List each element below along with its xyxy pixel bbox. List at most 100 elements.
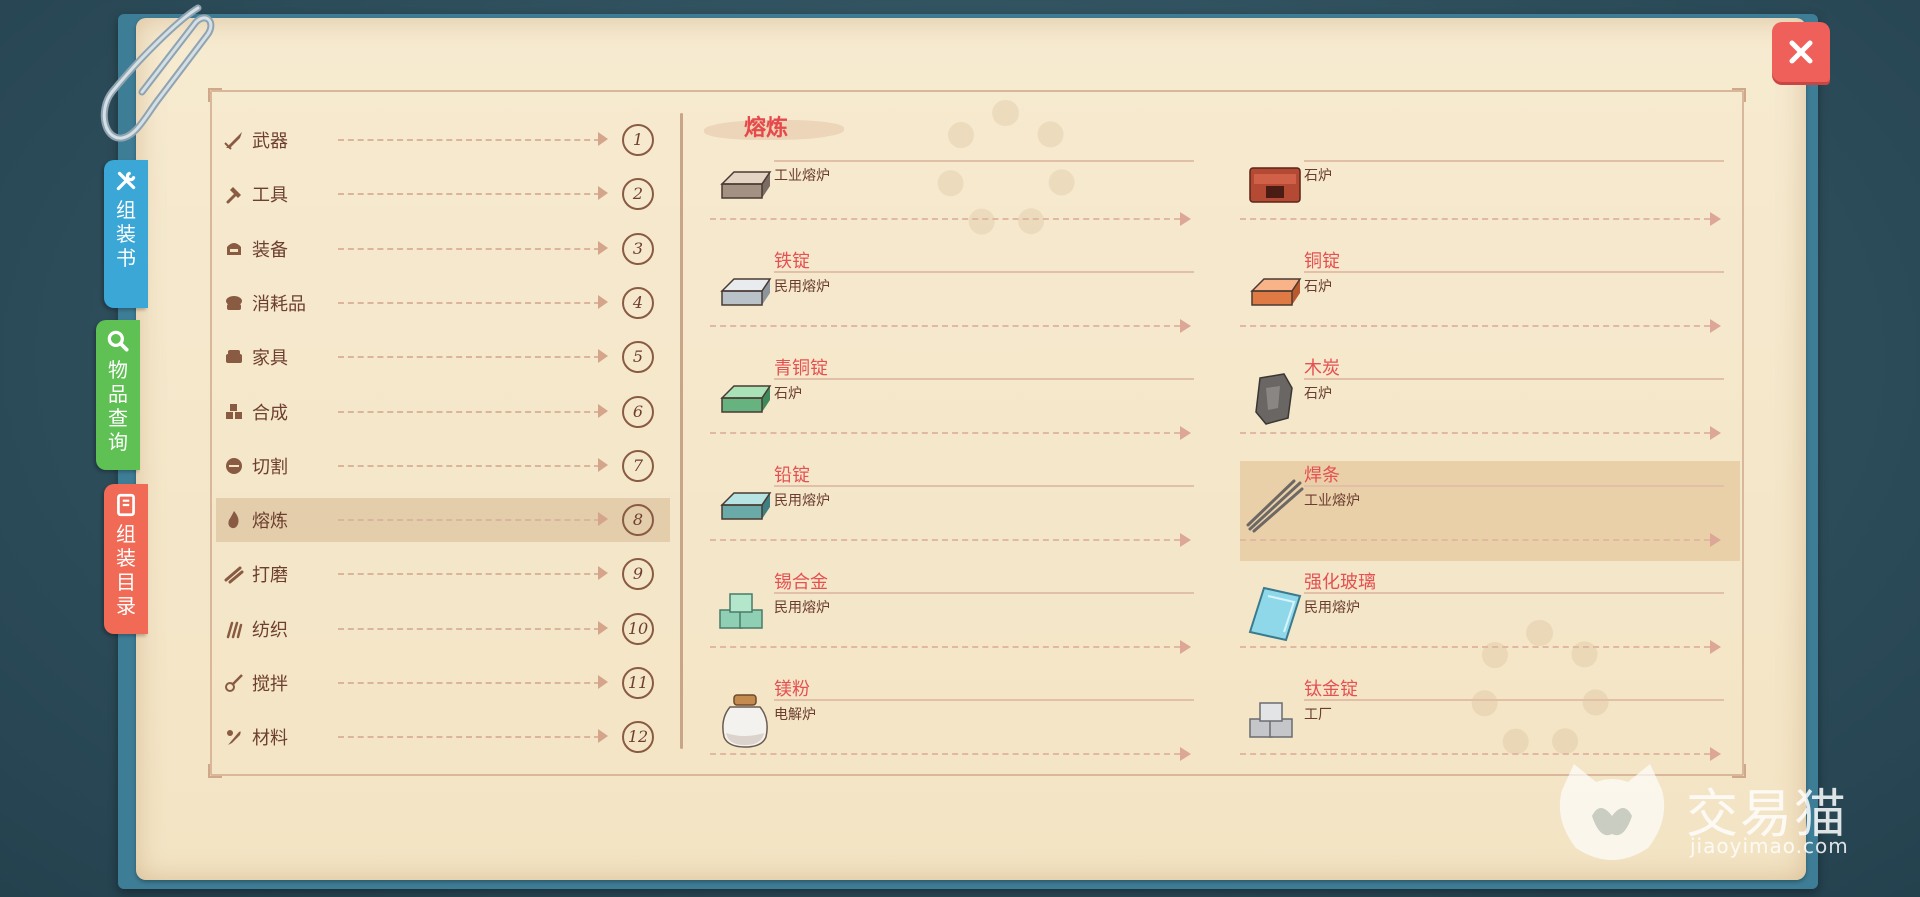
tab-assembly-catalog[interactable]: 组装目录 (104, 484, 148, 634)
tab-item-search[interactable]: 物品查询 (96, 320, 140, 470)
section-title: 熔炼 (744, 116, 789, 141)
category-icon (228, 511, 239, 529)
close-button[interactable] (1772, 22, 1830, 82)
welding-rod-icon (1246, 479, 1304, 533)
stone-furnace-icon (1249, 167, 1301, 203)
lead-ingot-icon (720, 492, 772, 520)
recipe-name: 青铜锭 (774, 358, 828, 379)
category-item[interactable]: 纺织 10 (216, 607, 670, 651)
category-label: 材料 (252, 728, 288, 750)
category-number: 6 (622, 395, 654, 428)
category-item[interactable]: 家具 5 (216, 335, 670, 379)
tab-assembly-catalog-label: 组装目录 (116, 522, 136, 618)
recipe-source: 民用熔炉 (774, 493, 830, 509)
category-item[interactable]: 打磨 9 (216, 552, 670, 596)
category-item[interactable]: 消耗品 4 (216, 281, 670, 325)
recipe-card[interactable]: 木炭 石炉 (1240, 354, 1740, 454)
arrow-right-icon (1710, 640, 1721, 654)
tab-assembly-book[interactable]: 组装书 (104, 160, 148, 308)
recipe-underline (1304, 699, 1724, 701)
dotted-leader (338, 410, 600, 413)
recipe-source: 石炉 (1304, 386, 1332, 402)
charcoal-icon (1255, 373, 1293, 425)
recipe-name: 镁粉 (774, 679, 810, 700)
dashed-leader (710, 646, 1180, 648)
category-number: 4 (622, 286, 654, 319)
recipe-card[interactable]: 铅锭 民用熔炉 (710, 461, 1210, 561)
recipe-underline (774, 271, 1194, 273)
category-item[interactable]: 切割 7 (216, 444, 670, 488)
recipe-source: 石炉 (1304, 279, 1332, 295)
dotted-leader (338, 247, 600, 250)
category-icon (224, 132, 242, 150)
category-item[interactable]: 工具 2 (216, 172, 670, 216)
category-item[interactable]: 搅拌 11 (216, 661, 670, 705)
recipe-card[interactable]: 铜锭 石炉 (1240, 247, 1740, 347)
category-item[interactable]: 装备 3 (216, 227, 670, 271)
arrow-right-icon (1180, 426, 1191, 440)
dotted-leader (338, 627, 600, 630)
dotted-leader (338, 356, 600, 359)
category-number: 8 (622, 504, 654, 537)
category-item[interactable]: 熔炼 8 (216, 498, 670, 543)
category-label: 武器 (252, 131, 288, 152)
category-number: 9 (622, 558, 654, 591)
category-number: 1 (622, 124, 654, 156)
dotted-leader (338, 573, 600, 576)
category-icon (227, 730, 241, 746)
arrow-right-icon (598, 349, 608, 364)
tab-item-search-label: 物品查询 (108, 358, 128, 454)
cat-logo-icon (1559, 764, 1665, 860)
recipe-card[interactable]: 青铜锭 石炉 (710, 354, 1210, 454)
tab-assembly-book-label: 组装书 (116, 198, 136, 270)
recipe-card[interactable]: 铁锭 民用熔炉 (710, 247, 1210, 347)
category-icon (225, 674, 243, 692)
recipe-underline (774, 160, 1194, 162)
category-icon (226, 350, 242, 364)
recipe-underline (774, 485, 1194, 487)
category-item[interactable]: 合成 6 (216, 390, 670, 434)
recipe-card[interactable]: 焊条 工业熔炉 (1240, 461, 1740, 561)
recipe-underline (1304, 592, 1724, 594)
category-label: 工具 (252, 185, 288, 207)
recipe-underline (1304, 160, 1724, 162)
dashed-leader (710, 432, 1180, 434)
recipe-underline (1304, 378, 1724, 380)
arrow-right-icon (598, 132, 608, 146)
category-item[interactable]: 材料 12 (216, 715, 670, 759)
recipe-source: 工厂 (1304, 707, 1332, 723)
category-label: 纺织 (252, 619, 288, 641)
recipe-card[interactable]: 镁粉 电解炉 (710, 675, 1210, 775)
dashed-leader (1240, 432, 1710, 434)
recipe-card[interactable]: 锡合金 民用熔炉 (710, 568, 1210, 668)
category-number: 3 (622, 232, 654, 265)
category-icon (226, 295, 242, 310)
category-label: 熔炼 (252, 511, 288, 533)
recipe-card[interactable]: 石炉 (1240, 140, 1740, 240)
category-label: 合成 (252, 402, 288, 424)
category-item[interactable]: 武器 1 (216, 118, 670, 162)
frame-corner (208, 764, 222, 778)
arrow-right-icon (598, 512, 608, 527)
category-icon (226, 187, 241, 204)
recipe-source: 民用熔炉 (1304, 600, 1360, 616)
category-label: 打磨 (252, 565, 288, 587)
recipe-card[interactable]: 工业熔炉 (710, 140, 1210, 240)
magnifier-icon (107, 330, 129, 352)
arrow-right-icon (598, 566, 608, 581)
dashed-leader (1240, 539, 1710, 541)
arrow-right-icon (598, 240, 608, 255)
recipe-underline (774, 378, 1194, 380)
arrow-right-icon (598, 457, 608, 472)
arrow-right-icon (1710, 533, 1721, 547)
arrow-right-icon (598, 294, 608, 309)
dotted-leader (338, 301, 600, 304)
recipe-card[interactable]: 强化玻璃 民用熔炉 (1240, 568, 1740, 668)
book-icon (117, 493, 135, 517)
arrow-right-icon (598, 186, 608, 201)
arrow-right-icon (598, 675, 608, 689)
recipe-name: 锡合金 (774, 572, 828, 593)
category-icon (224, 566, 244, 584)
paper-clip-icon (100, 4, 215, 142)
dashed-leader (710, 539, 1180, 541)
